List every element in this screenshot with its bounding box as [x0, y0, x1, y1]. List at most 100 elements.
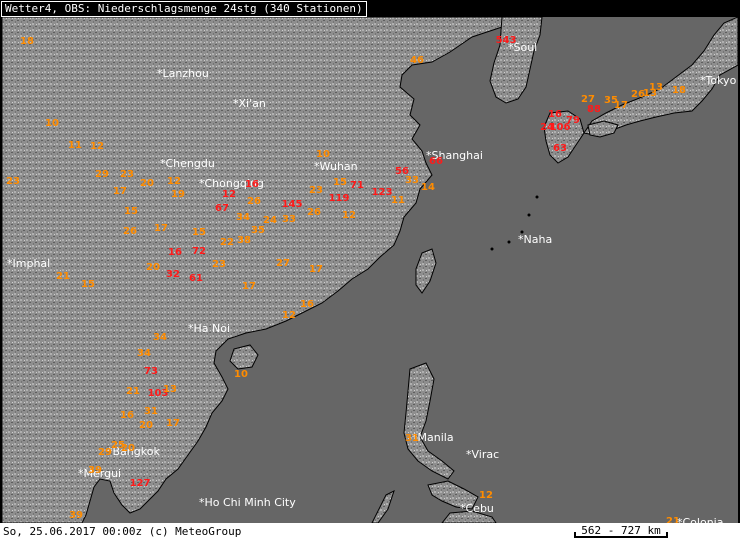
- station-value: 16: [300, 299, 314, 310]
- station-value: 15: [333, 177, 347, 188]
- station-value: 31: [405, 433, 419, 444]
- footer-bar: So, 25.06.2017 00:00z (c) MeteoGroup 562…: [0, 523, 740, 540]
- station-value: 20: [139, 420, 153, 431]
- station-value: 10: [316, 149, 330, 160]
- station-value: 26: [123, 226, 137, 237]
- station-value: 20: [121, 443, 135, 454]
- map-title: Wetter4, OBS: Niederschlagsmenge 24stg (…: [1, 1, 367, 17]
- station-value: 23: [212, 259, 226, 270]
- station-value: 14: [421, 182, 435, 193]
- station-value: 18: [672, 85, 686, 96]
- station-value: 17: [166, 418, 180, 429]
- station-value: 29: [95, 169, 109, 180]
- station-value: 16: [245, 179, 259, 190]
- station-value: 27: [276, 258, 290, 269]
- station-value: 17: [614, 100, 628, 111]
- station-value: 10: [234, 369, 248, 380]
- station-value: 17: [242, 281, 256, 292]
- station-value: 20: [140, 178, 154, 189]
- station-value: 29: [98, 447, 112, 458]
- station-value: 20: [146, 262, 160, 273]
- ryukyu-islet: [490, 247, 494, 251]
- station-value: 21: [666, 516, 680, 523]
- title-bar: Wetter4, OBS: Niederschlagsmenge 24stg (…: [0, 0, 740, 17]
- station-value: 21: [126, 386, 140, 397]
- station-value: 35: [251, 225, 265, 236]
- station-value: 15: [192, 227, 206, 238]
- timestamp-copyright: So, 25.06.2017 00:00z (c) MeteoGroup: [3, 525, 242, 538]
- station-value: 10: [45, 118, 59, 129]
- station-value: 39: [88, 465, 102, 476]
- city-label: *Ho Chi Minh City: [199, 496, 296, 509]
- city-label: *Tokyo: [700, 74, 737, 87]
- station-value: 19: [171, 189, 185, 200]
- station-value: 12: [479, 490, 493, 501]
- city-label: *Naha: [518, 233, 552, 246]
- ryukyu-islet: [527, 213, 531, 217]
- station-value: 16: [168, 247, 182, 258]
- map-window: Wetter4, OBS: Niederschlagsmenge 24stg (…: [0, 0, 740, 540]
- station-value: 34: [153, 332, 167, 343]
- station-value: 72: [192, 246, 206, 257]
- station-value: 11: [68, 140, 82, 151]
- station-value: 12: [222, 189, 236, 200]
- station-value: 23: [309, 185, 323, 196]
- station-value: 23: [6, 176, 20, 187]
- station-value: 61: [189, 273, 203, 284]
- station-value: 106: [550, 122, 571, 133]
- scale-tick-left: [574, 532, 576, 538]
- station-value: 38: [237, 235, 251, 246]
- station-value: 13: [163, 384, 177, 395]
- station-value: 15: [124, 206, 138, 217]
- station-value: 145: [282, 199, 303, 210]
- station-value: 21: [56, 271, 70, 282]
- station-value: 63: [553, 143, 567, 154]
- ryukyu-islet: [535, 195, 539, 199]
- city-label: *Chengdu: [160, 157, 215, 170]
- station-value: 23: [120, 169, 134, 180]
- city-label: *Lanzhou: [157, 67, 209, 80]
- station-value: 15: [81, 279, 95, 290]
- station-value: 12: [342, 210, 356, 221]
- station-value: 88: [587, 104, 601, 115]
- station-value: 34: [137, 348, 151, 359]
- station-value: 543: [496, 35, 517, 46]
- station-value: 67: [215, 203, 229, 214]
- city-label: *Xi'an: [233, 97, 266, 110]
- city-label: *Virac: [466, 448, 499, 461]
- station-value: 73: [144, 366, 158, 377]
- station-value: 24: [263, 215, 277, 226]
- precipitation-map[interactable]: *Lanzhou *Xi'an *Chengdu *Chongqing *Wuhan *S…: [2, 17, 738, 523]
- station-value: 17: [309, 264, 323, 275]
- station-value: 11: [391, 195, 405, 206]
- station-value: 12: [167, 176, 181, 187]
- station-value: 17: [113, 186, 127, 197]
- station-value: 31: [144, 406, 158, 417]
- station-value: 13: [649, 82, 663, 93]
- station-value: 26: [307, 207, 321, 218]
- map-canvas[interactable]: *Lanzhou*Xi'an*Chengdu*Chongqing*Wuhan*S…: [2, 17, 738, 523]
- city-label: *Ha Noi: [188, 322, 230, 335]
- station-value: 66: [429, 156, 443, 167]
- station-value: 123: [372, 187, 393, 198]
- ryukyu-islet: [507, 240, 511, 244]
- station-value: 127: [130, 478, 151, 489]
- station-value: 33: [405, 175, 419, 186]
- station-value: 32: [166, 269, 180, 280]
- scale-indicator: 562 - 727 km: [556, 524, 686, 538]
- city-label: *Cebu: [460, 502, 494, 515]
- city-label: *Colonia: [677, 516, 723, 523]
- station-value: 22: [220, 237, 234, 248]
- station-value: 16: [548, 109, 562, 120]
- city-label: *Imphal: [7, 257, 50, 270]
- station-value: 119: [329, 193, 350, 204]
- station-value: 39: [69, 510, 83, 521]
- station-value: 16: [120, 410, 134, 421]
- station-value: 26: [247, 196, 261, 207]
- station-value: 46: [410, 55, 424, 66]
- station-value: 12: [90, 141, 104, 152]
- station-value: 34: [236, 212, 250, 223]
- station-value: 71: [350, 180, 364, 191]
- scale-bar: [574, 536, 668, 538]
- scale-tick-right: [666, 532, 668, 538]
